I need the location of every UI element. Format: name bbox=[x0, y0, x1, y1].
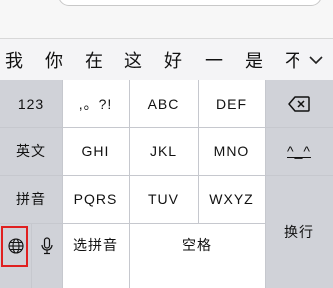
expand-candidates-button[interactable] bbox=[299, 39, 333, 80]
key-pinyin[interactable]: 拼音 bbox=[0, 175, 62, 223]
chevron-down-icon bbox=[309, 56, 323, 65]
candidate-4[interactable]: 好 bbox=[164, 47, 182, 73]
candidate-bar: 我 你 在 这 好 一 是 不 bbox=[0, 38, 333, 80]
candidate-5[interactable]: 一 bbox=[205, 47, 223, 73]
key-punctuation[interactable]: ,。?! bbox=[62, 80, 129, 127]
mic-button[interactable] bbox=[31, 223, 62, 288]
select-pinyin-button[interactable]: 选拼音 bbox=[62, 223, 129, 288]
key-english[interactable]: 英文 bbox=[0, 127, 62, 175]
key-123[interactable]: 123 bbox=[0, 80, 62, 127]
globe-highlight bbox=[1, 226, 28, 267]
candidate-6[interactable]: 是 bbox=[245, 47, 263, 73]
key-emoji[interactable]: ^_^ bbox=[265, 127, 333, 175]
key-mno[interactable]: MNO bbox=[198, 127, 265, 175]
candidate-2[interactable]: 在 bbox=[85, 47, 103, 73]
text-field[interactable] bbox=[58, 0, 322, 6]
key-wxyz[interactable]: WXYZ bbox=[198, 175, 265, 223]
key-def[interactable]: DEF bbox=[198, 80, 265, 127]
key-pqrs[interactable]: PQRS bbox=[62, 175, 129, 223]
key-tuv[interactable]: TUV bbox=[129, 175, 198, 223]
return-button[interactable]: 换行 bbox=[265, 175, 333, 288]
key-jkl[interactable]: JKL bbox=[129, 127, 198, 175]
key-ghi[interactable]: GHI bbox=[62, 127, 129, 175]
microphone-icon bbox=[40, 236, 53, 254]
space-bar[interactable]: 空格 bbox=[129, 223, 265, 288]
candidate-1[interactable]: 你 bbox=[45, 47, 63, 73]
top-bar bbox=[0, 0, 333, 38]
candidate-0[interactable]: 我 bbox=[5, 47, 23, 73]
emoticon-icon: ^_^ bbox=[287, 143, 311, 159]
key-abc[interactable]: ABC bbox=[129, 80, 198, 127]
backspace-icon bbox=[288, 95, 310, 112]
delete-button[interactable] bbox=[265, 80, 333, 127]
candidate-3[interactable]: 这 bbox=[124, 47, 142, 73]
keyboard: 123 ,。?! ABC DEF 英文 GHI JKL MNO ^_^ 拼音 P… bbox=[0, 80, 333, 288]
